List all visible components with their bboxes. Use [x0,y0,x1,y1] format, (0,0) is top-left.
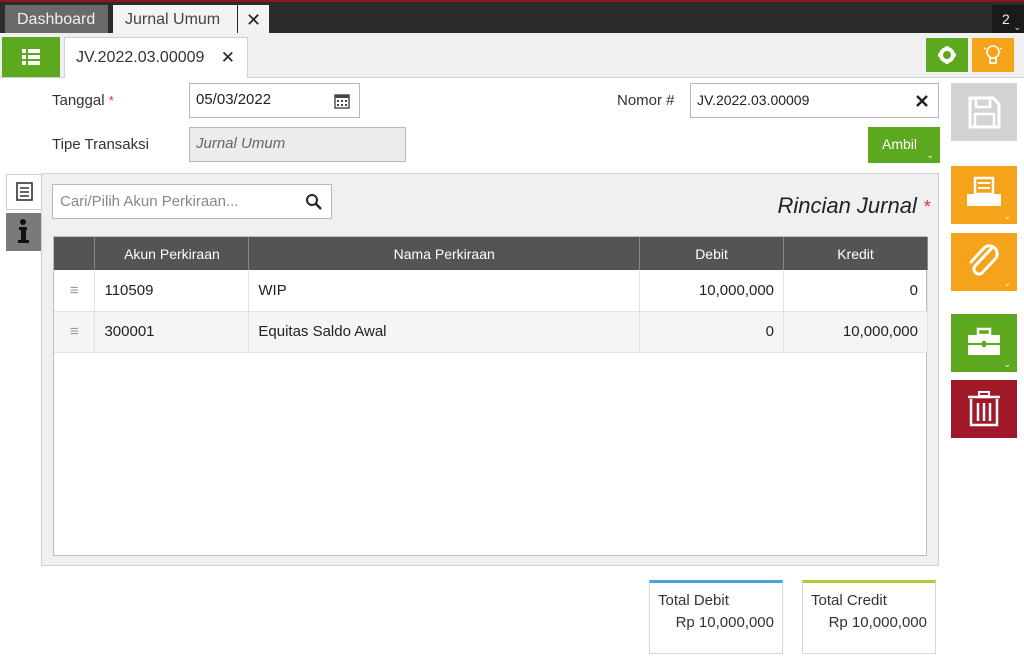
close-tab-button[interactable]: ✕ [238,5,269,35]
attach-button[interactable]: ⌄ [951,233,1017,291]
chevron-down-icon: ⌄ [926,150,934,160]
required-mark: * [922,197,930,217]
document-tab-label: JV.2022.03.00009 [76,49,205,66]
detail-tab[interactable] [6,174,42,210]
total-debit-value: Rp 10,000,000 [675,614,774,631]
delete-button[interactable] [951,380,1017,438]
cell-kredit[interactable]: 10,000,000 [783,311,928,353]
ambil-button[interactable]: Ambil ⌄ [868,127,940,163]
total-credit-label: Total Credit [811,592,887,609]
total-credit-card: Total Credit Rp 10,000,000 [802,580,936,654]
total-debit-card: Total Debit Rp 10,000,000 [649,580,783,654]
chevron-down-icon: ⌄ [1003,359,1011,369]
cell-kredit[interactable]: 0 [783,270,928,312]
nomor-label: Nomor # [617,92,675,109]
tipe-transaksi-field: Jurnal Umum [189,127,406,162]
detail-title: Rincian Jurnal * [700,193,930,219]
cell-akun[interactable]: 110509 [94,270,250,312]
nomor-value: JV.2022.03.00009 [697,92,810,108]
cell-debit[interactable]: 10,000,000 [639,270,785,312]
journal-grid: Akun Perkiraan Nama Perkiraan Debit Kred… [53,236,928,556]
tab-jurnal-umum[interactable]: Jurnal Umum [113,5,237,35]
list-icon [22,49,40,65]
chevron-down-icon: ⌄ [1003,278,1011,288]
tipe-transaksi-value: Jurnal Umum [196,135,286,152]
column-header-debit[interactable]: Debit [639,237,785,270]
trash-icon [968,391,1000,427]
tanggal-label: Tanggal * [52,92,114,109]
total-credit-value: Rp 10,000,000 [828,614,927,631]
tools-button[interactable]: ⌄ [951,314,1017,372]
tanggal-value: 05/03/2022 [196,91,272,108]
cell-nama[interactable]: WIP [248,270,641,312]
chevron-down-icon: ⌄ [1003,211,1011,221]
search-icon[interactable] [305,193,323,211]
bulb-icon [983,45,1003,64]
tipe-transaksi-label: Tipe Transaksi [52,136,149,153]
top-tab-bar: Dashboard Jurnal Umum ✕ 2 ⌄ [0,0,1024,35]
cell-akun[interactable]: 300001 [94,311,250,353]
column-header-kredit[interactable]: Kredit [783,237,928,270]
column-header-akun[interactable]: Akun Perkiraan [94,237,250,270]
account-search-input[interactable]: Cari/Pilih Akun Perkiraan... [52,184,332,219]
table-row[interactable]: ≡ 300001 Equitas Saldo Awal 0 10,000,000 [54,311,928,353]
tips-button[interactable] [972,38,1014,72]
search-placeholder: Cari/Pilih Akun Perkiraan... [60,193,239,210]
list-view-button[interactable] [2,37,60,77]
info-tab[interactable] [6,213,42,251]
gear-icon [938,46,956,64]
tanggal-label-text: Tanggal [52,92,105,109]
detail-list-icon [16,182,33,201]
save-button[interactable] [951,83,1017,141]
document-tab[interactable]: JV.2022.03.00009 ✕ [64,37,248,78]
close-icon: ✕ [245,10,262,30]
drag-handle-icon[interactable]: ≡ [54,270,96,312]
required-mark: * [108,93,114,108]
calendar-icon[interactable] [334,93,350,109]
window-count: 2 [1002,11,1010,27]
info-icon [18,219,29,243]
save-icon [968,96,1001,129]
print-button[interactable]: ⌄ [951,166,1017,224]
open-windows-counter[interactable]: 2 ⌄ [992,5,1024,35]
table-header-row: Akun Perkiraan Nama Perkiraan Debit Kred… [54,237,928,270]
column-header-nama[interactable]: Nama Perkiraan [248,237,641,270]
ambil-label: Ambil [882,136,918,152]
total-debit-label: Total Debit [658,592,729,609]
handle-header [54,237,96,270]
journal-table: Akun Perkiraan Nama Perkiraan Debit Kred… [54,237,928,353]
clear-icon[interactable] [916,95,928,107]
cell-debit[interactable]: 0 [639,311,785,353]
tanggal-field[interactable]: 05/03/2022 [189,83,360,118]
document-tab-bar: JV.2022.03.00009 ✕ [0,33,1024,78]
drag-handle-icon[interactable]: ≡ [54,311,96,353]
tab-dashboard[interactable]: Dashboard [5,5,108,35]
close-icon[interactable]: ✕ [221,38,235,78]
settings-button[interactable] [926,38,968,72]
detail-title-text: Rincian Jurnal [777,193,917,218]
nomor-field[interactable]: JV.2022.03.00009 [690,83,939,118]
table-row[interactable]: ≡ 110509 WIP 10,000,000 0 [54,270,928,312]
cell-nama[interactable]: Equitas Saldo Awal [248,311,641,353]
